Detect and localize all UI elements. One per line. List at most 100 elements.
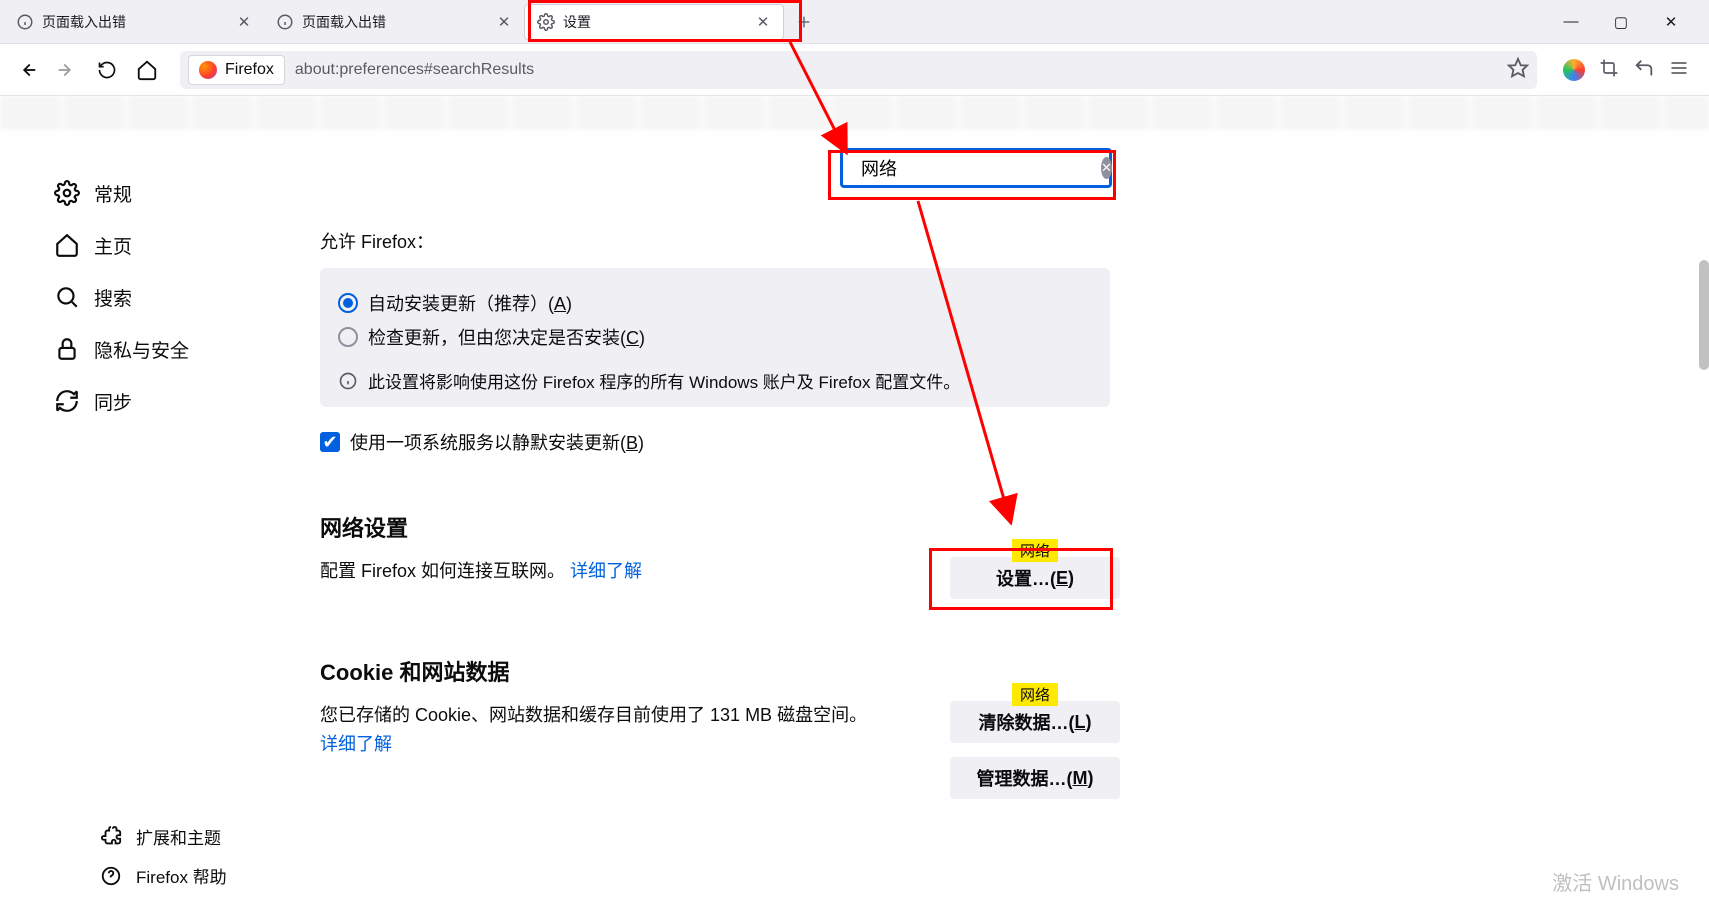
window-controls: — ▢ ✕	[1537, 13, 1705, 31]
sidebar-item-privacy[interactable]: 隐私与安全	[50, 326, 250, 372]
arrow-left-icon	[16, 59, 38, 81]
new-tab-button[interactable]	[788, 6, 820, 38]
cookies-heading: Cookie 和网站数据	[320, 655, 1669, 687]
reload-icon	[97, 60, 117, 80]
radio-icon	[338, 293, 358, 313]
clear-search-button[interactable]: ✕	[1101, 157, 1112, 179]
search-icon	[54, 284, 80, 310]
url-text: about:preferences#searchResults	[295, 61, 534, 79]
star-icon	[1507, 57, 1529, 79]
access-key: L	[1075, 712, 1086, 733]
tab-title: 页面载入出错	[302, 12, 488, 32]
tab-error-2[interactable]: 页面载入出错 ✕	[264, 4, 524, 40]
access-key: C	[626, 328, 639, 348]
extensions-link[interactable]: 扩展和主题	[100, 824, 290, 849]
tab-title: 页面载入出错	[42, 12, 228, 32]
extensions-label: 扩展和主题	[136, 824, 221, 849]
home-icon	[136, 59, 158, 81]
back-button[interactable]	[10, 53, 44, 87]
sidebar-item-home[interactable]: 主页	[50, 222, 250, 268]
scrollbar[interactable]	[1699, 260, 1709, 370]
url-bar[interactable]: Firefox about:preferences#searchResults	[180, 51, 1537, 89]
close-icon[interactable]: ✕	[496, 14, 512, 30]
access-key: M	[1073, 768, 1088, 789]
sidebar-label: 搜索	[94, 284, 132, 311]
checkbox-bg-service[interactable]: ✔ 使用一项系统服务以静默安装更新(B)	[320, 429, 1669, 455]
tab-error-1[interactable]: 页面载入出错 ✕	[4, 4, 264, 40]
arrow-right-icon	[56, 59, 78, 81]
close-icon[interactable]: ✕	[755, 14, 771, 30]
close-window-button[interactable]: ✕	[1657, 13, 1685, 31]
settings-sidebar: 常规 主页 搜索 隐私与安全 同步 扩展和主题 Firefox 帮助	[0, 130, 290, 916]
radio-label: 自动安装更新（推荐）(	[368, 294, 554, 314]
sidebar-label: 隐私与安全	[94, 336, 189, 363]
highlight-tag: 网络	[1012, 683, 1058, 706]
sidebar-item-general[interactable]: 常规	[50, 170, 250, 216]
undo-close-button[interactable]	[1633, 57, 1655, 83]
screenshot-button[interactable]	[1599, 58, 1619, 82]
network-settings-button[interactable]: 设置…(E)	[950, 557, 1120, 599]
settings-content: ✕ 允许 Firefox： 自动安装更新（推荐）(A) 检查更新，但由您决定是否…	[290, 130, 1709, 916]
help-link[interactable]: Firefox 帮助	[100, 863, 290, 888]
radio-auto-update[interactable]: 自动安装更新（推荐）(A)	[338, 290, 1092, 316]
sidebar-item-search[interactable]: 搜索	[50, 274, 250, 320]
cookies-desc: 您已存储的 Cookie、网站数据和缓存目前使用了 131 MB 磁盘空间。 详…	[320, 701, 867, 759]
clear-data-button[interactable]: 清除数据…(L)	[950, 701, 1120, 743]
info-icon	[276, 13, 294, 31]
checkbox-label: 使用一项系统服务以静默安装更新(	[350, 433, 626, 453]
learn-more-link[interactable]: 详细了解	[320, 734, 392, 754]
radio-label: 检查更新，但由您决定是否安装(	[368, 328, 626, 348]
info-text: 此设置将影响使用这份 Firefox 程序的所有 Windows 账户及 Fir…	[368, 368, 960, 393]
access-key: B	[626, 433, 638, 453]
identity-label: Firefox	[225, 61, 274, 79]
learn-more-link[interactable]: 详细了解	[570, 561, 642, 581]
help-label: Firefox 帮助	[136, 863, 227, 888]
crop-icon	[1599, 58, 1619, 78]
sidebar-label: 常规	[94, 180, 132, 207]
puzzle-icon	[100, 826, 122, 848]
sidebar-label: 主页	[94, 232, 132, 259]
allow-label: 允许 Firefox：	[320, 228, 1669, 254]
profile-avatar[interactable]	[1563, 59, 1585, 81]
close-icon[interactable]: ✕	[236, 14, 252, 30]
toolbar-right	[1553, 57, 1699, 83]
access-key: A	[554, 294, 566, 314]
settings-search-box[interactable]: ✕	[840, 148, 1112, 188]
info-icon	[338, 371, 358, 391]
bookmark-star-button[interactable]	[1507, 57, 1529, 83]
sidebar-item-sync[interactable]: 同步	[50, 378, 250, 424]
menu-icon	[1669, 58, 1689, 78]
home-button[interactable]	[130, 53, 164, 87]
undo-icon	[1633, 57, 1655, 79]
firefox-logo-icon	[199, 61, 217, 79]
bookmarks-bar	[0, 96, 1709, 130]
tab-title: 设置	[563, 12, 747, 32]
update-info: 此设置将影响使用这份 Firefox 程序的所有 Windows 账户及 Fir…	[338, 368, 1092, 393]
windows-watermark: 激活 Windows	[1552, 867, 1679, 896]
radio-check-update[interactable]: 检查更新，但由您决定是否安装(C)	[338, 324, 1092, 350]
gear-icon	[54, 180, 80, 206]
reload-button[interactable]	[90, 53, 124, 87]
tab-settings[interactable]: 设置 ✕	[524, 4, 784, 40]
identity-box[interactable]: Firefox	[188, 55, 285, 85]
minimize-button[interactable]: —	[1557, 13, 1585, 31]
network-desc: 配置 Firefox 如何连接互联网。 详细了解	[320, 557, 642, 586]
network-heading: 网络设置	[320, 511, 1669, 543]
gear-icon	[537, 13, 555, 31]
manage-data-button[interactable]: 管理数据…(M)	[950, 757, 1120, 799]
maximize-button[interactable]: ▢	[1607, 13, 1635, 31]
update-options-box: 自动安装更新（推荐）(A) 检查更新，但由您决定是否安装(C) 此设置将影响使用…	[320, 268, 1110, 407]
lock-icon	[54, 336, 80, 362]
settings-search-input[interactable]	[861, 158, 1093, 179]
forward-button[interactable]	[50, 53, 84, 87]
plus-icon	[796, 14, 812, 30]
tab-strip: 页面载入出错 ✕ 页面载入出错 ✕ 设置 ✕ — ▢ ✕	[0, 0, 1709, 44]
sidebar-label: 同步	[94, 388, 132, 415]
nav-toolbar: Firefox about:preferences#searchResults	[0, 44, 1709, 96]
checkbox-icon: ✔	[320, 432, 340, 452]
info-icon	[16, 13, 34, 31]
highlight-tag: 网络	[1012, 539, 1058, 562]
app-menu-button[interactable]	[1669, 58, 1689, 82]
radio-icon	[338, 327, 358, 347]
desc-text: 您已存储的 Cookie、网站数据和缓存目前使用了 131 MB 磁盘空间。	[320, 705, 867, 725]
